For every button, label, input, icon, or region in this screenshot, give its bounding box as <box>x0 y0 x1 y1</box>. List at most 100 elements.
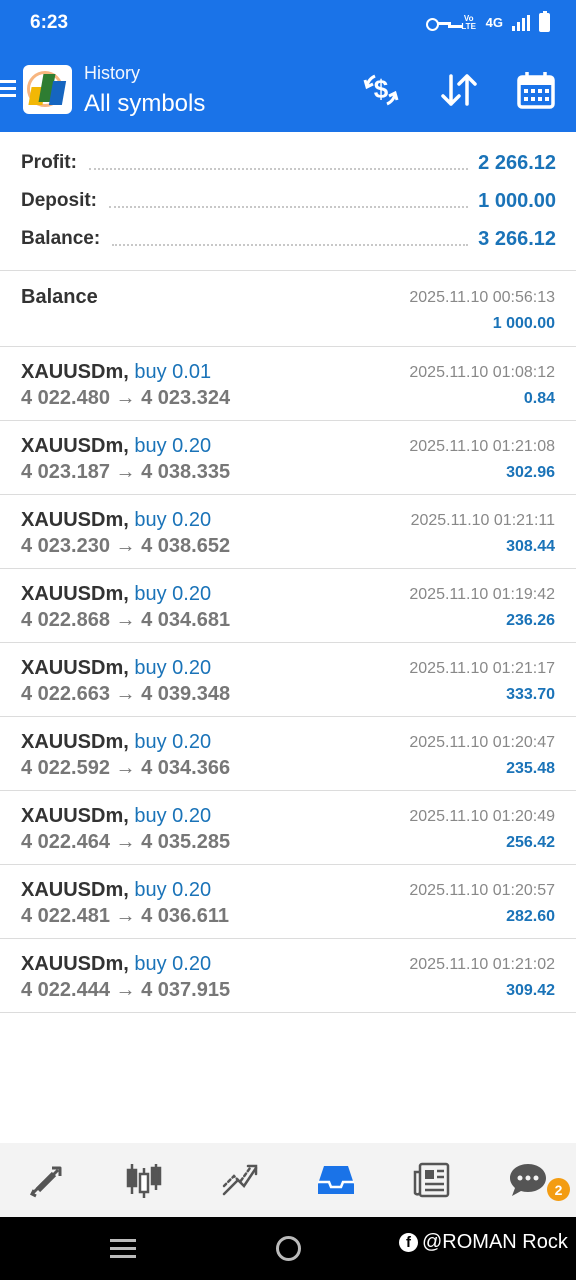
deal-symbol: XAUUSDm, <box>21 731 129 753</box>
app-bar: History All symbols $ <box>0 48 576 132</box>
network-label: 4G <box>485 15 503 30</box>
deal-prices: 4 022.481 → 4 036.611 <box>21 905 229 928</box>
deal-symbol: XAUUSDm, <box>21 509 129 531</box>
deal-row[interactable]: XAUUSDm, buy 0.20 4 022.663 → 4 039.348 … <box>0 643 576 717</box>
close-price: 4 035.285 <box>141 831 231 853</box>
close-price: 4 039.348 <box>141 683 231 705</box>
deal-profit: 0.84 <box>523 390 555 407</box>
deposit-label: Deposit: <box>21 190 97 211</box>
nav-quotes[interactable] <box>0 1143 96 1217</box>
open-price: 4 022.480 <box>21 387 110 409</box>
balance-entry-row[interactable]: Balance 2025.11.10 00:56:13 1 000.00 <box>0 272 576 347</box>
deal-list: Balance 2025.11.10 00:56:13 1 000.00 XAU… <box>0 272 576 1013</box>
deal-profit: 308.44 <box>506 538 555 555</box>
nav-trade[interactable] <box>192 1143 288 1217</box>
deal-symbol: XAUUSDm, <box>21 361 129 383</box>
balance-entry-title: Balance <box>21 286 98 308</box>
dollar-exchange-button[interactable]: $ <box>361 70 401 110</box>
quotes-icon <box>29 1166 62 1198</box>
deal-prices: 4 022.868 → 4 034.681 <box>21 609 230 632</box>
profit-value: 2 266.12 <box>478 151 556 174</box>
deal-title: XAUUSDm, buy 0.20 <box>21 953 211 976</box>
open-price: 4 023.230 <box>21 535 110 557</box>
app-title[interactable]: All symbols <box>84 90 205 118</box>
deal-row[interactable]: XAUUSDm, buy 0.20 4 022.464 → 4 035.285 … <box>0 791 576 865</box>
calendar-button[interactable] <box>516 70 556 110</box>
nav-history[interactable] <box>288 1143 384 1217</box>
deal-title: XAUUSDm, buy 0.20 <box>21 509 211 532</box>
deal-title: XAUUSDm, buy 0.20 <box>21 805 211 828</box>
deal-prices: 4 022.480 → 4 023.324 <box>21 387 230 410</box>
open-price: 4 022.868 <box>21 609 110 631</box>
deal-prices: 4 022.663 → 4 039.348 <box>21 683 230 706</box>
svg-text:$: $ <box>374 74 389 104</box>
arrow-icon: → <box>115 831 136 853</box>
deal-profit: 235.48 <box>506 760 555 777</box>
arrow-icon: → <box>115 609 136 631</box>
deal-side: buy 0.20 <box>134 509 212 531</box>
deal-side: buy 0.20 <box>134 879 212 901</box>
deal-amount: 1 000.00 <box>492 315 555 332</box>
deal-time: 2025.11.10 01:20:57 <box>409 882 555 899</box>
deal-symbol: XAUUSDm, <box>21 879 129 901</box>
deal-title: XAUUSDm, buy 0.20 <box>21 731 211 754</box>
arrow-icon: → <box>115 979 136 1001</box>
deal-row[interactable]: XAUUSDm, buy 0.20 4 022.592 → 4 034.366 … <box>0 717 576 791</box>
key-icon <box>425 16 452 31</box>
arrow-icon: → <box>115 757 136 779</box>
nav-chart[interactable] <box>96 1143 192 1217</box>
deal-time: 2025.11.10 01:21:08 <box>409 438 555 455</box>
deposit-row: Deposit: 1 000.00 <box>21 187 556 215</box>
sort-button[interactable] <box>439 70 479 110</box>
summary-panel: Profit: 2 266.12 Deposit: 1 000.00 Balan… <box>0 132 576 271</box>
recent-apps-icon[interactable] <box>110 1239 136 1263</box>
deal-prices: 4 022.592 → 4 034.366 <box>21 757 230 780</box>
deal-profit: 282.60 <box>506 908 555 925</box>
deal-row[interactable]: XAUUSDm, buy 0.01 4 022.480 → 4 023.324 … <box>0 347 576 421</box>
profit-label: Profit: <box>21 152 77 173</box>
deal-side: buy 0.20 <box>134 953 212 975</box>
open-price: 4 023.187 <box>21 461 110 483</box>
profit-row: Profit: 2 266.12 <box>21 149 556 177</box>
arrow-icon: → <box>115 683 136 705</box>
chat-badge: 2 <box>547 1178 570 1201</box>
news-icon <box>413 1162 450 1198</box>
deal-row[interactable]: XAUUSDm, buy 0.20 4 022.868 → 4 034.681 … <box>0 569 576 643</box>
deal-row[interactable]: XAUUSDm, buy 0.20 4 022.481 → 4 036.611 … <box>0 865 576 939</box>
dotted-leader <box>88 160 469 170</box>
status-time: 6:23 <box>30 12 69 33</box>
deal-row[interactable]: XAUUSDm, buy 0.20 4 023.230 → 4 038.652 … <box>0 495 576 569</box>
deal-time: 2025.11.10 01:21:17 <box>409 660 555 677</box>
dotted-leader <box>112 236 469 246</box>
deal-prices: 4 022.444 → 4 037.915 <box>21 979 230 1002</box>
open-price: 4 022.663 <box>21 683 110 705</box>
deal-row[interactable]: XAUUSDm, buy 0.20 4 022.444 → 4 037.915 … <box>0 939 576 1013</box>
facebook-icon: f <box>399 1233 418 1252</box>
deal-title: XAUUSDm, buy 0.20 <box>21 435 211 458</box>
chat-icon <box>510 1164 546 1196</box>
deal-time: 2025.11.10 00:56:13 <box>409 289 555 306</box>
deal-prices: 4 023.187 → 4 038.335 <box>21 461 230 484</box>
deal-symbol: XAUUSDm, <box>21 435 129 457</box>
nav-news[interactable] <box>384 1143 480 1217</box>
deal-profit: 309.42 <box>506 982 555 999</box>
nav-chat[interactable]: 2 <box>480 1143 576 1217</box>
deal-symbol: XAUUSDm, <box>21 805 129 827</box>
home-icon[interactable] <box>276 1236 301 1261</box>
close-price: 4 036.611 <box>141 905 229 927</box>
open-price: 4 022.444 <box>21 979 110 1001</box>
deal-time: 2025.11.10 01:21:02 <box>409 956 555 973</box>
arrow-icon: → <box>115 535 136 557</box>
menu-icon[interactable] <box>0 80 16 98</box>
chart-icon <box>126 1164 162 1198</box>
sort-icon <box>441 74 477 106</box>
deal-side: buy 0.20 <box>134 805 212 827</box>
arrow-icon: → <box>115 461 136 483</box>
deal-row[interactable]: XAUUSDm, buy 0.20 4 023.187 → 4 038.335 … <box>0 421 576 495</box>
trade-icon <box>222 1164 258 1196</box>
deal-symbol: XAUUSDm, <box>21 583 129 605</box>
dollar-exchange-icon: $ <box>363 74 399 106</box>
system-nav-bar: f @ROMAN Rock <box>0 1217 576 1280</box>
deal-profit: 302.96 <box>506 464 555 481</box>
deal-side: buy 0.20 <box>134 583 212 605</box>
